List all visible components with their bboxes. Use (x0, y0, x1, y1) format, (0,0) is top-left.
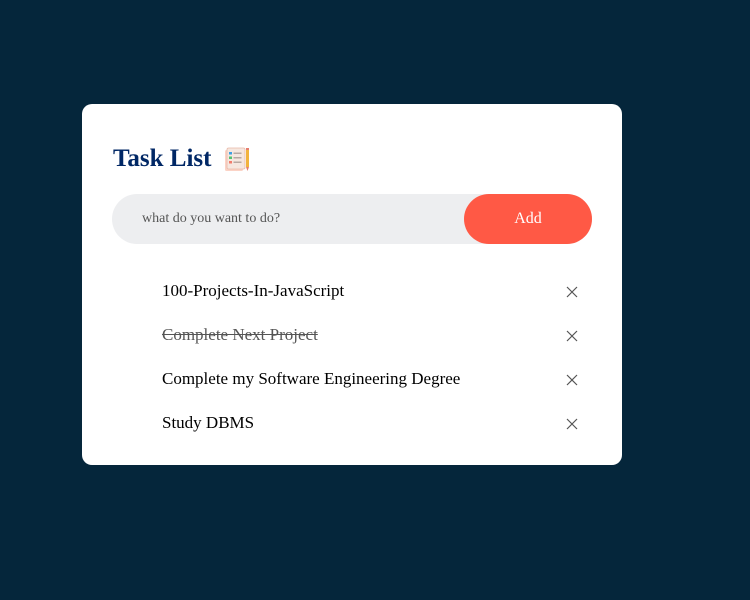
task-item[interactable]: Complete my Software Engineering Degree (162, 360, 582, 404)
todo-card: Task List Add (82, 104, 622, 465)
task-item[interactable]: 100-Projects-In-JavaScript (162, 272, 582, 316)
close-icon[interactable] (562, 414, 582, 434)
page-background: Task List Add (0, 0, 750, 600)
task-item[interactable]: Complete Next Project (162, 316, 582, 360)
close-icon[interactable] (562, 282, 582, 302)
task-input-row: Add (112, 194, 592, 244)
task-text[interactable]: 100-Projects-In-JavaScript (162, 279, 344, 303)
title-row: Task List (113, 142, 250, 176)
close-icon[interactable] (562, 326, 582, 346)
notepad-checklist-icon (222, 145, 250, 173)
task-text[interactable]: Complete my Software Engineering Degree (162, 367, 460, 391)
task-text[interactable]: Complete Next Project (162, 323, 318, 347)
task-item[interactable]: Study DBMS (162, 404, 582, 448)
app-title: Task List (113, 145, 212, 172)
task-text[interactable]: Study DBMS (162, 411, 254, 435)
close-icon[interactable] (562, 370, 582, 390)
add-button[interactable]: Add (464, 194, 592, 244)
task-input[interactable] (142, 194, 452, 244)
task-list: 100-Projects-In-JavaScript Complete Next … (162, 272, 582, 448)
